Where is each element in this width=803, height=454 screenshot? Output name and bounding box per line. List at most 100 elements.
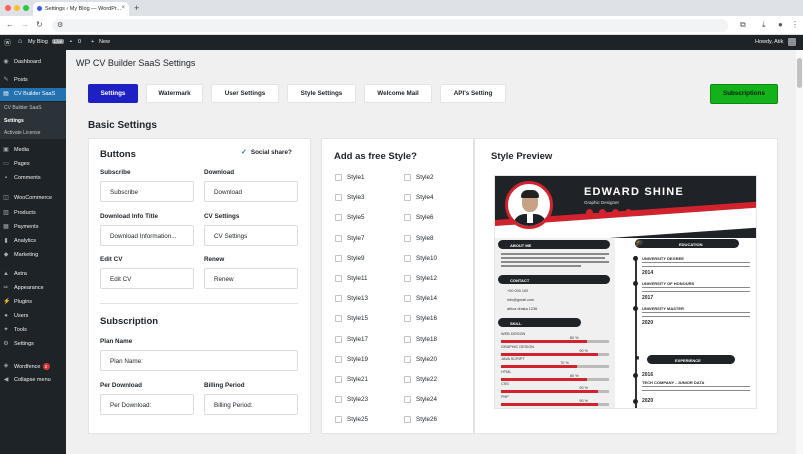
url-input[interactable]: ⚙ bbox=[52, 19, 728, 32]
sidebar-item-collapse-menu[interactable]: ◀ Collapse menu bbox=[0, 374, 66, 387]
page-scrollbar[interactable] bbox=[796, 50, 803, 454]
checkbox-box[interactable] bbox=[335, 355, 342, 363]
home-icon[interactable]: ⌂ bbox=[18, 38, 22, 45]
scrollbar-thumb[interactable] bbox=[797, 58, 802, 88]
style-checkbox-5[interactable]: Style5 bbox=[335, 214, 365, 222]
sidebar-item-cv-builder-saas[interactable]: ▤ CV Builder SaaS bbox=[0, 88, 66, 101]
checkbox-box[interactable] bbox=[404, 254, 411, 262]
social-share-checkbox[interactable]: ✓ Social share? bbox=[241, 148, 292, 156]
style-checkbox-19[interactable]: Style19 bbox=[335, 355, 368, 363]
style-checkbox-18[interactable]: Style18 bbox=[404, 335, 437, 343]
checkbox-box[interactable] bbox=[335, 174, 342, 181]
checkbox-box[interactable] bbox=[335, 315, 342, 323]
submenu-item-activate-license[interactable]: Activate License bbox=[4, 130, 40, 136]
site-name-link[interactable]: My Blog bbox=[28, 39, 48, 45]
style-checkbox-2[interactable]: Style2 bbox=[404, 174, 434, 181]
checkbox-box[interactable] bbox=[404, 355, 411, 363]
checkbox-box[interactable] bbox=[335, 275, 342, 282]
checkbox-box[interactable] bbox=[404, 335, 411, 343]
new-tab-button[interactable]: + bbox=[134, 3, 139, 13]
minimize-window-icon[interactable] bbox=[14, 5, 20, 11]
checkbox-box[interactable] bbox=[404, 214, 411, 222]
profile-icon[interactable]: ● bbox=[778, 20, 783, 29]
checkbox-box[interactable] bbox=[335, 234, 342, 242]
sidebar-item-comments[interactable]: ▪ Comments bbox=[0, 172, 66, 185]
sidebar-item-dashboard[interactable]: ◉ Dashboard bbox=[0, 56, 66, 69]
close-tab-icon[interactable]: × bbox=[121, 5, 125, 11]
checkbox-box[interactable] bbox=[335, 254, 342, 262]
submenu-item-cv-builder-saas[interactable]: CV Builder SaaS bbox=[4, 105, 42, 111]
style-checkbox-7[interactable]: Style7 bbox=[335, 234, 365, 242]
style-checkbox-15[interactable]: Style15 bbox=[335, 315, 368, 323]
comment-bubble-icon[interactable]: ▪ bbox=[70, 39, 72, 45]
sidebar-item-plugins[interactable]: ⚡ Plugins bbox=[0, 296, 66, 309]
style-checkbox-10[interactable]: Style10 bbox=[404, 254, 437, 262]
sidebar-item-wordfence[interactable]: ◈ Wordfence 2 bbox=[0, 360, 66, 373]
checkbox-box[interactable] bbox=[404, 174, 411, 181]
sidebar-item-payments[interactable]: ▦ Payments bbox=[0, 221, 66, 234]
sidebar-item-media[interactable]: ▣ Media bbox=[0, 144, 66, 157]
tab-watermark[interactable]: Watermark bbox=[146, 84, 203, 103]
checkbox-box[interactable] bbox=[404, 194, 411, 202]
forward-icon[interactable]: → bbox=[21, 20, 29, 29]
checkbox-box[interactable] bbox=[335, 214, 342, 222]
billing-period-input[interactable]: Billing Period: bbox=[204, 394, 298, 415]
sidebar-item-astra[interactable]: ▲ Astra bbox=[0, 268, 66, 281]
style-checkbox-11[interactable]: Style11 bbox=[335, 275, 368, 282]
tab-user-settings[interactable]: User Settings bbox=[211, 84, 279, 103]
style-checkbox-13[interactable]: Style13 bbox=[335, 295, 368, 303]
edit-cv-input[interactable]: Edit CV bbox=[100, 268, 194, 289]
maximize-window-icon[interactable] bbox=[23, 5, 29, 11]
download-icon[interactable]: ⤓ bbox=[762, 20, 766, 30]
style-checkbox-20[interactable]: Style20 bbox=[404, 355, 437, 363]
style-checkbox-12[interactable]: Style12 bbox=[404, 275, 437, 282]
sidebar-item-appearance[interactable]: ✏ Appearance bbox=[0, 282, 66, 295]
checkbox-box[interactable] bbox=[404, 376, 411, 383]
style-checkbox-3[interactable]: Style3 bbox=[335, 194, 365, 202]
style-checkbox-8[interactable]: Style8 bbox=[404, 234, 434, 242]
style-checkbox-23[interactable]: Style23 bbox=[335, 396, 368, 404]
extensions-icon[interactable]: ⧉ bbox=[740, 20, 746, 30]
checkbox-box[interactable] bbox=[404, 396, 411, 404]
sidebar-item-users[interactable]: ● Users bbox=[0, 310, 66, 323]
style-checkbox-14[interactable]: Style14 bbox=[404, 295, 437, 303]
style-checkbox-6[interactable]: Style6 bbox=[404, 214, 434, 222]
style-checkbox-25[interactable]: Style25 bbox=[335, 416, 368, 424]
sidebar-item-marketing[interactable]: ◆ Marketing bbox=[0, 249, 66, 262]
sidebar-item-pages[interactable]: ▭ Pages bbox=[0, 158, 66, 171]
sidebar-item-posts[interactable]: ✎ Posts bbox=[0, 74, 66, 87]
checkbox-box[interactable] bbox=[335, 194, 342, 202]
checkbox-box[interactable] bbox=[404, 295, 411, 303]
new-link[interactable]: New bbox=[99, 39, 110, 45]
browser-menu-icon[interactable]: ⋮ bbox=[791, 20, 799, 29]
checkbox-box[interactable] bbox=[404, 275, 411, 282]
subscribe-input[interactable]: Subscribe bbox=[100, 181, 194, 202]
wordpress-logo-icon[interactable]: ⓦ bbox=[4, 38, 11, 48]
style-checkbox-16[interactable]: Style16 bbox=[404, 315, 437, 323]
sidebar-item-settings[interactable]: ⚙ Settings bbox=[0, 338, 66, 351]
checkbox-box[interactable] bbox=[404, 416, 411, 424]
subscriptions-button[interactable]: Subscriptions bbox=[710, 84, 778, 104]
sidebar-item-analytics[interactable]: ▮ Analytics bbox=[0, 235, 66, 248]
sidebar-item-tools[interactable]: ✦ Tools bbox=[0, 324, 66, 337]
tab-welcome-mail[interactable]: Welcome Mail bbox=[364, 84, 432, 103]
howdy-user-link[interactable]: Howdy, Atik bbox=[755, 39, 783, 45]
reload-icon[interactable]: ↻ bbox=[36, 20, 43, 29]
style-checkbox-17[interactable]: Style17 bbox=[335, 335, 368, 343]
comments-count[interactable]: 0 bbox=[78, 39, 81, 45]
checkbox-box[interactable] bbox=[404, 234, 411, 242]
checkbox-box[interactable] bbox=[335, 376, 342, 383]
style-checkbox-4[interactable]: Style4 bbox=[404, 194, 434, 202]
sidebar-item-products[interactable]: ▥ Products bbox=[0, 207, 66, 220]
close-window-icon[interactable] bbox=[5, 5, 11, 11]
style-checkbox-22[interactable]: Style22 bbox=[404, 376, 437, 383]
back-icon[interactable]: ← bbox=[6, 20, 14, 29]
cv-settings-input[interactable]: CV Settings bbox=[204, 225, 298, 246]
tab-style-settings[interactable]: Style Settings bbox=[287, 84, 356, 103]
checkbox-box[interactable] bbox=[335, 335, 342, 343]
tab-api-setting[interactable]: API's Setting bbox=[440, 84, 506, 103]
style-checkbox-21[interactable]: Style21 bbox=[335, 376, 368, 383]
checkbox-box[interactable] bbox=[335, 416, 342, 424]
browser-tab[interactable]: Settings ‹ My Blog — WordPr... × bbox=[33, 2, 129, 16]
checkbox-box[interactable] bbox=[335, 295, 342, 303]
